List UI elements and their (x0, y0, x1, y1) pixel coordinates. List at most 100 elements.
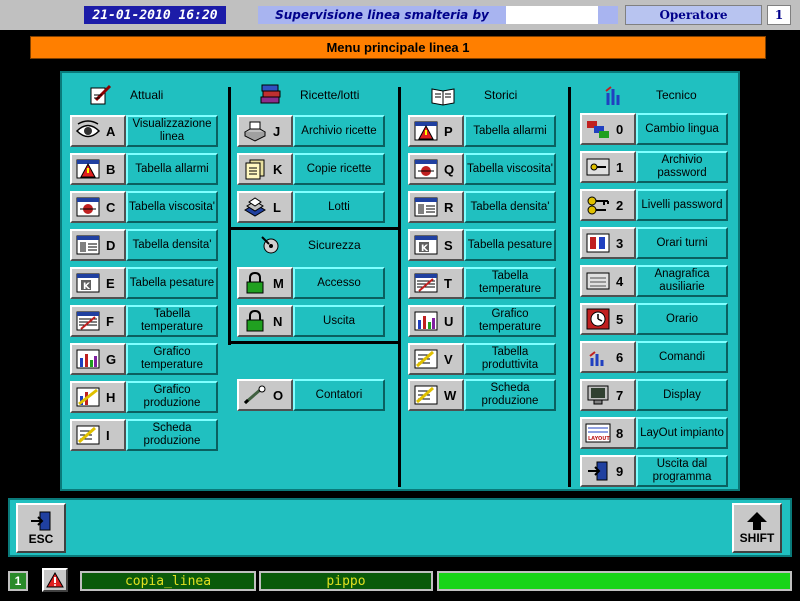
menu-button-u-label[interactable]: Grafico temperature (464, 305, 556, 337)
menu-button-q-label[interactable]: Tabella viscosita' (464, 153, 556, 185)
menu-button-l-label[interactable]: Lotti (293, 191, 385, 223)
menu-button-d[interactable]: D Tabella densita' (70, 229, 218, 261)
menu-button-r-label[interactable]: Tabella densita' (464, 191, 556, 223)
menu-button-f[interactable]: F Tabella temperature (70, 305, 218, 337)
menu-button-u-key[interactable]: U (408, 305, 464, 337)
menu-button-j-key[interactable]: J (237, 115, 293, 147)
menu-button-i-label[interactable]: Scheda produzione (126, 419, 218, 451)
menu-button-8-key[interactable]: LAYOUT 8 (580, 417, 636, 449)
alarm-button[interactable] (42, 568, 68, 592)
menu-button-w-key[interactable]: W (408, 379, 464, 411)
menu-button-k-label[interactable]: Copie ricette (293, 153, 385, 185)
menu-button-d-key[interactable]: D (70, 229, 126, 261)
menu-button-h[interactable]: H Grafico produzione (70, 381, 218, 413)
menu-button-4-key[interactable]: 4 (580, 265, 636, 297)
menu-button-1-key[interactable]: 1 (580, 151, 636, 183)
menu-button-j-label[interactable]: Archivio ricette (293, 115, 385, 147)
menu-button-8[interactable]: LAYOUT 8 LayOut impianto (580, 417, 728, 449)
menu-button-6-key[interactable]: 6 (580, 341, 636, 373)
menu-button-f-key[interactable]: F (70, 305, 126, 337)
menu-button-v-label[interactable]: Tabella produttivita (464, 343, 556, 375)
menu-button-h-label[interactable]: Grafico produzione (126, 381, 218, 413)
menu-button-o-key[interactable]: O (237, 379, 293, 411)
menu-button-j[interactable]: J Archivio ricette (237, 115, 385, 147)
operator-label[interactable]: Operatore (625, 5, 762, 25)
menu-button-t[interactable]: T Tabella temperature (408, 267, 556, 299)
menu-button-r-key[interactable]: R (408, 191, 464, 223)
menu-button-m-label[interactable]: Accesso (293, 267, 385, 299)
menu-button-i-key[interactable]: I (70, 419, 126, 451)
menu-button-7-label[interactable]: Display (636, 379, 728, 411)
menu-button-3[interactable]: 3 Orari turni (580, 227, 728, 259)
menu-button-7-key[interactable]: 7 (580, 379, 636, 411)
menu-button-w-label[interactable]: Scheda produzione (464, 379, 556, 411)
menu-button-b-label[interactable]: Tabella allarmi (126, 153, 218, 185)
menu-button-b-key[interactable]: B (70, 153, 126, 185)
menu-button-a[interactable]: A Visualizzazione linea (70, 115, 218, 147)
menu-button-w[interactable]: W Scheda produzione (408, 379, 556, 411)
menu-button-1-label[interactable]: Archivio password (636, 151, 728, 183)
menu-button-u[interactable]: U Grafico temperature (408, 305, 556, 337)
menu-button-9-key[interactable]: 9 (580, 455, 636, 487)
menu-button-5-label[interactable]: Orario (636, 303, 728, 335)
menu-button-n-label[interactable]: Uscita (293, 305, 385, 337)
menu-button-g[interactable]: G Grafico temperature (70, 343, 218, 375)
menu-button-r[interactable]: R Tabella densita' (408, 191, 556, 223)
menu-button-2-key[interactable]: 2 (580, 189, 636, 221)
menu-button-p-label[interactable]: Tabella allarmi (464, 115, 556, 147)
menu-button-g-label[interactable]: Grafico temperature (126, 343, 218, 375)
menu-button-7[interactable]: 7 Display (580, 379, 728, 411)
menu-button-9-label[interactable]: Uscita dal programma (636, 455, 728, 487)
menu-button-p[interactable]: P Tabella allarmi (408, 115, 556, 147)
esc-button[interactable]: ESC (16, 503, 66, 553)
menu-button-b[interactable]: B Tabella allarmi (70, 153, 218, 185)
menu-button-e-key[interactable]: K E (70, 267, 126, 299)
menu-button-2[interactable]: 2 Livelli password (580, 189, 728, 221)
menu-button-c-label[interactable]: Tabella viscosita' (126, 191, 218, 223)
menu-button-d-label[interactable]: Tabella densita' (126, 229, 218, 261)
menu-button-m-key[interactable]: M (237, 267, 293, 299)
menu-button-f-label[interactable]: Tabella temperature (126, 305, 218, 337)
menu-button-s[interactable]: K S Tabella pesature (408, 229, 556, 261)
menu-button-h-key[interactable]: H (70, 381, 126, 413)
menu-button-6[interactable]: 6 Comandi (580, 341, 728, 373)
menu-button-k-key[interactable]: K (237, 153, 293, 185)
menu-button-t-key[interactable]: T (408, 267, 464, 299)
menu-button-0[interactable]: 0 Cambio lingua (580, 113, 728, 145)
menu-button-m[interactable]: M Accesso (237, 267, 385, 299)
menu-button-g-key[interactable]: G (70, 343, 126, 375)
menu-button-n-key[interactable]: N (237, 305, 293, 337)
menu-button-2-label[interactable]: Livelli password (636, 189, 728, 221)
menu-button-i[interactable]: I Scheda produzione (70, 419, 218, 451)
menu-button-v[interactable]: V Tabella produttivita (408, 343, 556, 375)
menu-button-k[interactable]: K Copie ricette (237, 153, 385, 185)
menu-button-a-label[interactable]: Visualizzazione linea (126, 115, 218, 147)
menu-button-4-label[interactable]: Anagrafica ausiliarie (636, 265, 728, 297)
menu-button-5-key[interactable]: 5 (580, 303, 636, 335)
menu-button-0-label[interactable]: Cambio lingua (636, 113, 728, 145)
menu-button-t-label[interactable]: Tabella temperature (464, 267, 556, 299)
menu-button-8-label[interactable]: LayOut impianto (636, 417, 728, 449)
menu-button-o-label[interactable]: Contatori (293, 379, 385, 411)
menu-button-0-key[interactable]: 0 (580, 113, 636, 145)
menu-button-e[interactable]: K E Tabella pesature (70, 267, 218, 299)
menu-button-5[interactable]: 5 Orario (580, 303, 728, 335)
menu-button-3-label[interactable]: Orari turni (636, 227, 728, 259)
menu-button-q[interactable]: Q Tabella viscosita' (408, 153, 556, 185)
menu-button-n[interactable]: N Uscita (237, 305, 385, 337)
menu-button-6-label[interactable]: Comandi (636, 341, 728, 373)
menu-button-a-key[interactable]: A (70, 115, 126, 147)
menu-button-s-key[interactable]: K S (408, 229, 464, 261)
menu-button-3-key[interactable]: 3 (580, 227, 636, 259)
menu-button-q-key[interactable]: Q (408, 153, 464, 185)
menu-button-1[interactable]: 1 Archivio password (580, 151, 728, 183)
menu-button-9[interactable]: 9 Uscita dal programma (580, 455, 728, 487)
menu-button-v-key[interactable]: V (408, 343, 464, 375)
menu-button-s-label[interactable]: Tabella pesature (464, 229, 556, 261)
menu-button-o[interactable]: O Contatori (237, 379, 385, 411)
menu-button-c[interactable]: C Tabella viscosita' (70, 191, 218, 223)
menu-button-l[interactable]: L Lotti (237, 191, 385, 223)
menu-button-e-label[interactable]: Tabella pesature (126, 267, 218, 299)
menu-button-l-key[interactable]: L (237, 191, 293, 223)
menu-button-c-key[interactable]: C (70, 191, 126, 223)
